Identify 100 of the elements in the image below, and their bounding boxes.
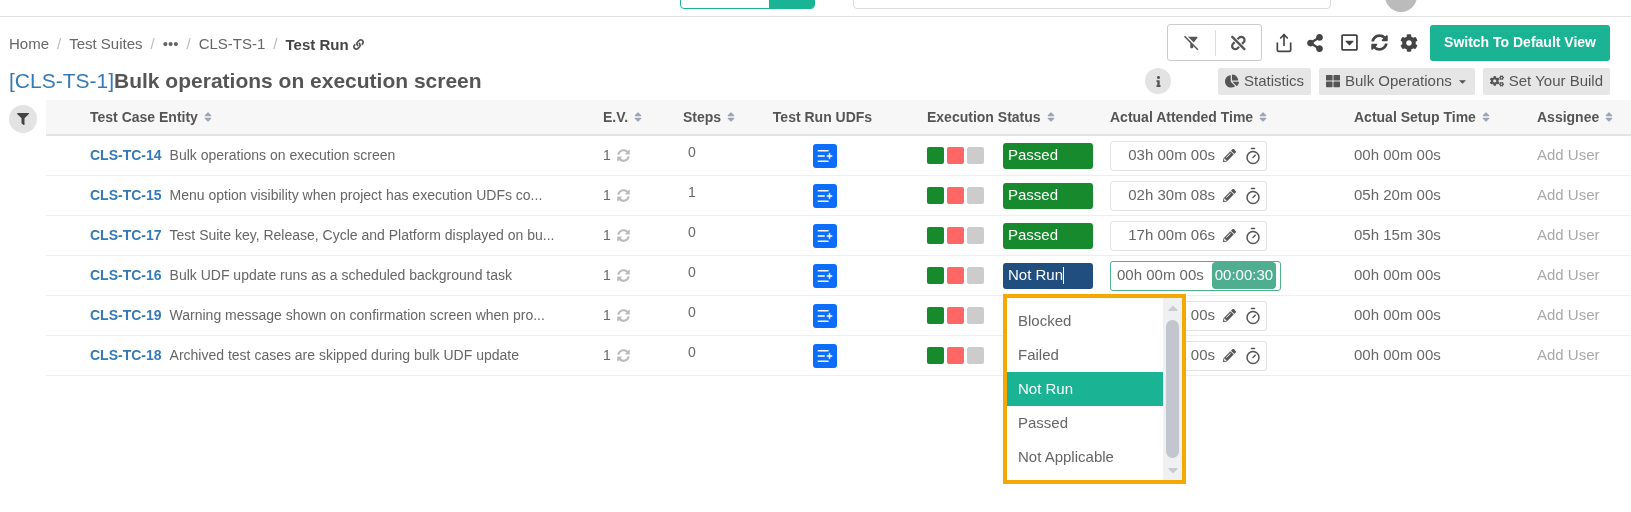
column-header[interactable]: Test Case Entity bbox=[90, 106, 198, 128]
pie-chart-icon bbox=[1225, 74, 1239, 88]
time-field[interactable]: 02h 30m 08s bbox=[1110, 180, 1267, 211]
edit-icon[interactable] bbox=[1223, 309, 1236, 322]
column-header[interactable]: Assignee bbox=[1537, 106, 1600, 128]
breadcrumb-current[interactable]: Test Run bbox=[285, 34, 349, 57]
test-case-key[interactable]: CLS-TC-19 bbox=[90, 305, 162, 326]
breadcrumb-link[interactable]: Test Suites bbox=[69, 33, 143, 56]
fail-button[interactable] bbox=[947, 187, 964, 204]
version-number: 1 bbox=[603, 146, 611, 165]
status-field[interactable]: Not Run bbox=[1003, 262, 1093, 289]
steps-count: 0 bbox=[688, 264, 696, 280]
breadcrumb-link[interactable]: Home bbox=[9, 33, 49, 56]
test-case-title: Test Suite key, Release, Cycle and Platform displayed on bu... bbox=[169, 226, 555, 245]
steps-count: 0 bbox=[688, 144, 696, 160]
time-field[interactable]: 17h 00m 06s bbox=[1110, 220, 1267, 251]
pass-button[interactable] bbox=[927, 147, 944, 164]
version-number: 1 bbox=[603, 266, 611, 285]
gears-icon bbox=[1489, 74, 1504, 88]
pass-button[interactable] bbox=[927, 307, 944, 324]
test-case-title: Bulk UDF update runs as a scheduled background task bbox=[169, 266, 512, 285]
udf-list-icon[interactable] bbox=[812, 303, 837, 328]
grid-icon bbox=[1326, 74, 1340, 88]
toolbar-button[interactable]: Bulk Operations bbox=[1319, 67, 1475, 95]
stopwatch-icon[interactable] bbox=[1244, 346, 1262, 365]
refresh-icon[interactable] bbox=[1371, 34, 1389, 51]
udf-list-icon[interactable] bbox=[812, 263, 837, 288]
breadcrumb-link[interactable]: ••• bbox=[162, 33, 179, 56]
udf-list-icon[interactable] bbox=[812, 183, 837, 208]
fail-button[interactable] bbox=[947, 307, 964, 324]
test-case-key[interactable]: CLS-TC-15 bbox=[90, 185, 162, 206]
breadcrumb-separator: / bbox=[150, 34, 155, 54]
stopwatch-icon[interactable] bbox=[1244, 146, 1262, 165]
unlink-icon[interactable] bbox=[1231, 34, 1247, 51]
dropdown-option[interactable]: Passed bbox=[1007, 406, 1163, 440]
column-header[interactable]: Steps bbox=[683, 106, 722, 128]
share-icon[interactable] bbox=[1306, 33, 1325, 52]
setup-time: 05h 20m 00s bbox=[1354, 186, 1441, 204]
time-value: 00s bbox=[1190, 345, 1215, 366]
stopwatch-icon[interactable] bbox=[1244, 306, 1262, 325]
udf-list-icon[interactable] bbox=[812, 343, 837, 368]
status-field[interactable]: Passed bbox=[1003, 142, 1093, 169]
time-value: 17h 00m 06s bbox=[1128, 225, 1215, 246]
dropdown-option[interactable]: Not Applicable bbox=[1007, 440, 1163, 474]
page-title: [CLS-TS-1]Bulk operations on execution screen bbox=[9, 68, 482, 95]
status-field[interactable]: Passed bbox=[1003, 222, 1093, 249]
pass-button[interactable] bbox=[927, 187, 944, 204]
column-header[interactable]: E.V. bbox=[603, 106, 629, 128]
scrollbar[interactable] bbox=[1163, 298, 1182, 480]
time-value: 00s bbox=[1190, 305, 1215, 326]
test-case-key[interactable]: CLS-TC-14 bbox=[90, 145, 162, 166]
breadcrumb-link[interactable]: CLS-TS-1 bbox=[198, 33, 266, 56]
pass-button[interactable] bbox=[927, 347, 944, 364]
fail-button[interactable] bbox=[947, 267, 964, 284]
test-case-key[interactable]: CLS-TC-18 bbox=[90, 345, 162, 366]
test-case-key[interactable]: CLS-TC-16 bbox=[90, 265, 162, 286]
collapse-icon[interactable] bbox=[1340, 33, 1360, 52]
stopwatch-icon[interactable] bbox=[1244, 226, 1262, 245]
time-value: 02h 30m 08s bbox=[1128, 185, 1215, 206]
time-value: 00h 00m 00s bbox=[1117, 265, 1204, 286]
version-number: 1 bbox=[603, 186, 611, 205]
settings-icon[interactable] bbox=[1400, 33, 1419, 52]
edit-icon[interactable] bbox=[1223, 189, 1236, 202]
fail-button[interactable] bbox=[947, 227, 964, 244]
filter-off-icon[interactable] bbox=[1183, 33, 1201, 52]
time-field[interactable]: 03h 00m 00s bbox=[1110, 140, 1267, 171]
steps-count: 0 bbox=[688, 344, 696, 360]
pass-button[interactable] bbox=[927, 227, 944, 244]
toolbar-button[interactable]: Statistics bbox=[1218, 67, 1311, 95]
export-icon[interactable] bbox=[1274, 32, 1295, 53]
stopwatch-icon[interactable] bbox=[1244, 186, 1262, 205]
filter-button[interactable] bbox=[9, 105, 37, 133]
info-icon[interactable] bbox=[1145, 68, 1171, 94]
test-case-title: Menu option visibility when project has execution UDFs co... bbox=[169, 186, 543, 205]
edit-icon[interactable] bbox=[1223, 149, 1236, 162]
fail-button[interactable] bbox=[947, 147, 964, 164]
edit-icon[interactable] bbox=[1223, 229, 1236, 242]
toolbar-button[interactable]: Set Your Build bbox=[1482, 67, 1610, 95]
setup-time: 00h 00m 00s bbox=[1354, 146, 1441, 164]
time-field[interactable]: 00h 00m 00s 00:00:30 bbox=[1110, 260, 1282, 291]
column-header[interactable]: Execution Status bbox=[927, 106, 1041, 128]
test-case-key[interactable]: CLS-TC-17 bbox=[90, 225, 162, 246]
column-header[interactable]: Actual Attended Time bbox=[1110, 106, 1254, 128]
edit-icon[interactable] bbox=[1223, 349, 1236, 362]
version-number: 1 bbox=[603, 346, 611, 365]
link-icon[interactable] bbox=[352, 38, 364, 50]
column-header[interactable]: Test Run UDFs bbox=[772, 106, 873, 128]
status-field[interactable]: Passed bbox=[1003, 182, 1093, 209]
version-number: 1 bbox=[603, 226, 611, 245]
pass-button[interactable] bbox=[927, 267, 944, 284]
test-case-title: Bulk operations on execution screen bbox=[169, 146, 396, 165]
breadcrumb-separator: / bbox=[186, 34, 191, 54]
breadcrumb-separator: / bbox=[57, 34, 62, 54]
udf-list-icon[interactable] bbox=[812, 223, 837, 248]
udf-list-icon[interactable] bbox=[812, 143, 837, 168]
column-header[interactable]: Actual Setup Time bbox=[1354, 106, 1476, 128]
setup-time: 00h 00m 00s bbox=[1354, 346, 1441, 364]
fail-button[interactable] bbox=[947, 347, 964, 364]
test-case-title: Archived test cases are skipped during bulk UDF update bbox=[169, 346, 519, 365]
version-number: 1 bbox=[603, 306, 611, 325]
